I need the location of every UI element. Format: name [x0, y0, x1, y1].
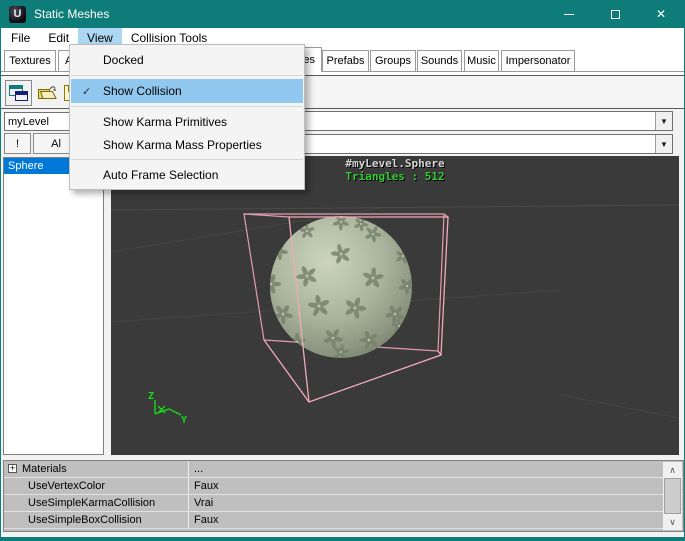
- tab-groups[interactable]: Groups: [370, 50, 416, 72]
- scroll-up-icon[interactable]: ∧: [663, 462, 682, 478]
- property-grid-scrollbar[interactable]: ∧ ∨: [663, 462, 682, 530]
- tab-impersonator[interactable]: Impersonator: [501, 50, 575, 72]
- property-grid: + Materials ... UseVertexColor Faux UseS…: [3, 460, 684, 532]
- view-dropdown-menu: Docked ✓ Show Collision Show Karma Primi…: [69, 44, 305, 190]
- menu-separator: [71, 75, 303, 76]
- dock-toggle-button[interactable]: [5, 80, 32, 106]
- svg-text:Y: Y: [181, 415, 187, 426]
- open-folder-icon: [38, 86, 57, 99]
- unreal-logo-icon: U: [9, 5, 26, 23]
- mesh-viewport[interactable]: Z Y #myLevel.Sphere Triangles : 512: [110, 156, 680, 455]
- close-icon: ✕: [655, 7, 667, 21]
- window-bottom-border: [1, 537, 684, 541]
- property-row-usesimplekarmacollision[interactable]: UseSimpleKarmaCollision Vrai: [4, 495, 683, 512]
- tab-sounds[interactable]: Sounds: [417, 50, 462, 72]
- property-row-usesimpleboxcollision[interactable]: UseSimpleBoxCollision Faux: [4, 512, 683, 529]
- expand-icon[interactable]: +: [8, 464, 17, 473]
- maximize-icon: [610, 9, 620, 19]
- open-package-button[interactable]: [35, 80, 61, 106]
- property-row-usevertexcolor[interactable]: UseVertexColor Faux: [4, 478, 683, 495]
- mesh-list: Sphere: [3, 157, 104, 455]
- window-title: Static Meshes: [34, 7, 110, 21]
- maximize-button[interactable]: [592, 0, 638, 28]
- property-name: UseSimpleBoxCollision: [4, 512, 189, 528]
- group-combo-arrow-icon[interactable]: ▼: [655, 112, 672, 130]
- dock-icon: [9, 84, 28, 101]
- property-value[interactable]: Faux: [189, 512, 683, 528]
- property-value[interactable]: Vrai: [189, 495, 683, 511]
- caption-buttons: ✕: [546, 0, 684, 28]
- menu-item-auto-frame-selection[interactable]: Auto Frame Selection: [71, 163, 303, 186]
- menu-separator: [71, 106, 303, 107]
- tab-prefabs[interactable]: Prefabs: [322, 50, 369, 72]
- property-name: UseSimpleKarmaCollision: [4, 495, 189, 511]
- refresh-button[interactable]: !: [4, 133, 31, 154]
- minimize-button[interactable]: [546, 0, 592, 28]
- menu-item-show-karma-mass-properties[interactable]: Show Karma Mass Properties: [71, 133, 303, 156]
- menu-item-show-collision[interactable]: ✓ Show Collision: [71, 79, 303, 103]
- property-value[interactable]: Faux: [189, 478, 683, 494]
- viewport-canvas: Z Y: [110, 204, 680, 426]
- property-name: UseVertexColor: [4, 478, 189, 494]
- static-meshes-window: U Static Meshes ✕ File Edit View Collisi…: [0, 0, 685, 541]
- tab-music[interactable]: Music: [464, 50, 499, 72]
- menu-item-docked[interactable]: Docked: [71, 48, 303, 72]
- menu-item-show-karma-primitives[interactable]: Show Karma Primitives: [71, 110, 303, 133]
- tab-textures[interactable]: Textures: [4, 50, 56, 72]
- svg-text:Z: Z: [148, 391, 154, 402]
- axis-indicator-icon: Z Y: [148, 391, 187, 426]
- mesh-combo-arrow-icon[interactable]: ▼: [655, 135, 672, 153]
- close-button[interactable]: ✕: [638, 0, 684, 28]
- property-row-materials[interactable]: + Materials ...: [4, 461, 683, 478]
- property-name: + Materials: [4, 461, 189, 477]
- menu-separator: [71, 159, 303, 160]
- minimize-icon: [564, 13, 574, 15]
- scroll-down-icon[interactable]: ∨: [663, 514, 682, 530]
- scrollbar-thumb[interactable]: [664, 478, 681, 514]
- menu-file[interactable]: File: [2, 28, 39, 47]
- property-value[interactable]: ...: [189, 461, 683, 477]
- checkmark-icon: ✓: [82, 85, 92, 98]
